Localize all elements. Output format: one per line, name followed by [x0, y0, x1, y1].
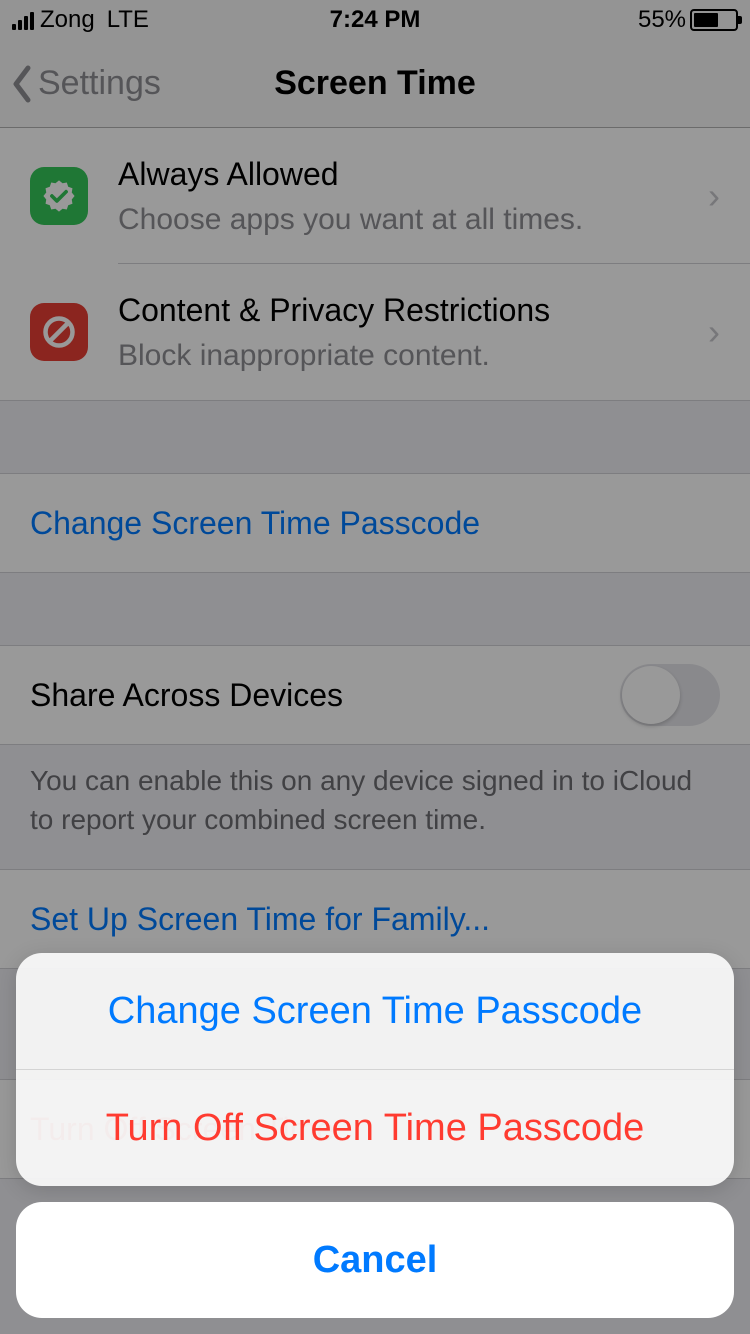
cancel-label: Cancel	[313, 1239, 438, 1282]
sheet-option-change-passcode[interactable]: Change Screen Time Passcode	[16, 953, 734, 1069]
sheet-option-label: Turn Off Screen Time Passcode	[106, 1107, 645, 1150]
sheet-option-label: Change Screen Time Passcode	[108, 990, 642, 1033]
sheet-cancel-button[interactable]: Cancel	[16, 1202, 734, 1318]
action-sheet: Change Screen Time Passcode Turn Off Scr…	[0, 953, 750, 1334]
sheet-option-turn-off-passcode[interactable]: Turn Off Screen Time Passcode	[16, 1070, 734, 1186]
